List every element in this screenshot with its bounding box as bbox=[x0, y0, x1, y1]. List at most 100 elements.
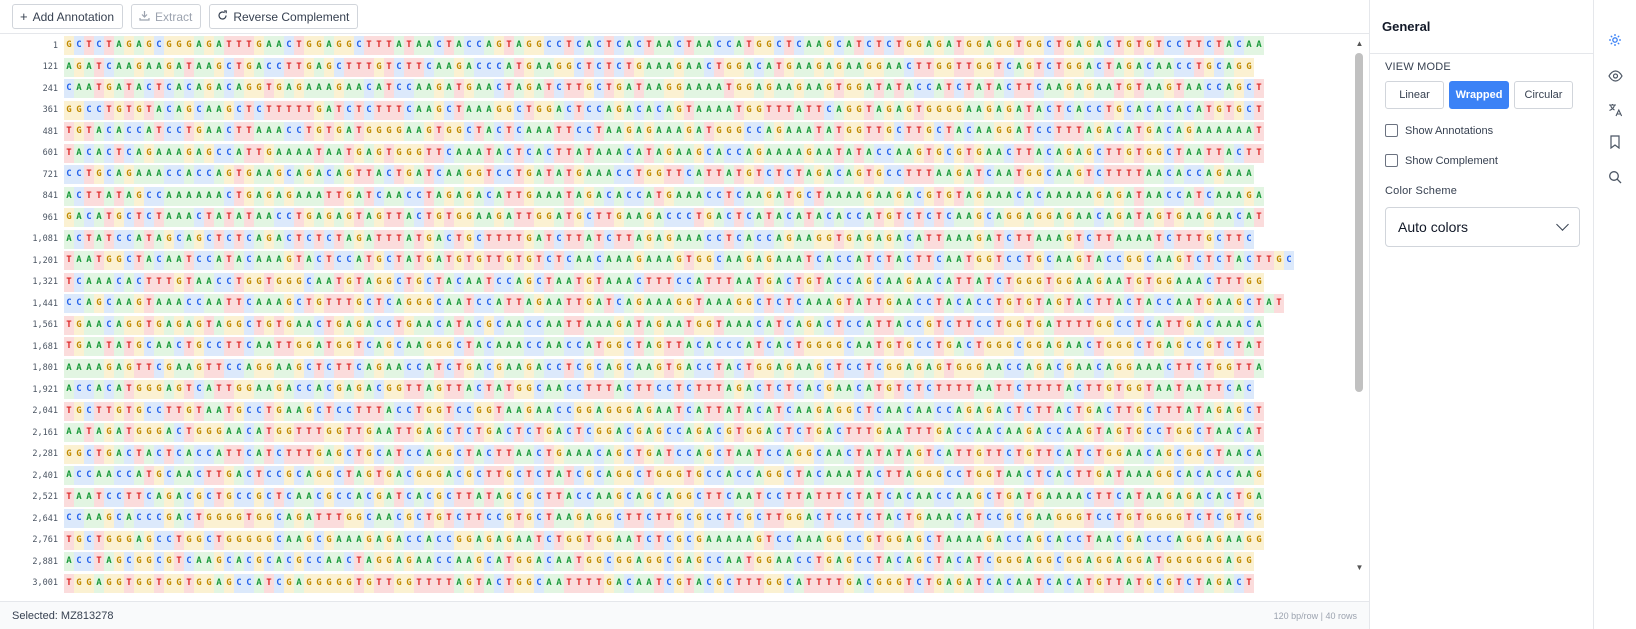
sequence-row[interactable]: 1 GCTCTAGAGCGGGAGATTTGAACTGGAGGCTTTATAACT… bbox=[0, 35, 1266, 57]
translate-icon[interactable] bbox=[1606, 101, 1624, 119]
row-start-position: 2,041 bbox=[32, 406, 58, 417]
row-start-position: 1,201 bbox=[32, 255, 58, 266]
eye-icon[interactable] bbox=[1606, 67, 1624, 85]
sequence-row[interactable]: 2,761 T G C T G G G A G C C T G G C T G G G G G C A A G C G A A A G A G A C… bbox=[0, 530, 1266, 552]
sequence-row[interactable]: 121 A G A T C A A G A A G A T A A G C T G A C C T T G A G C T T T G T C T T C… bbox=[0, 57, 1266, 79]
row-start-position: 2,161 bbox=[32, 427, 58, 438]
row-bases[interactable]: AAAAGAGTTCGAAGTTCCAGGAAGCTCTTCAGAACCATCT… bbox=[64, 358, 1264, 378]
sequence-row[interactable]: 1,201 T A A T G G C T A C A A T C C A T A C A A A G T A C T C C A T G C T A… bbox=[0, 250, 1294, 272]
row-bases[interactable]: TAATGGCTACAATCCATACAAAGTACTCCATGCTATGATG… bbox=[64, 251, 1294, 271]
row-bases[interactable]: ACCAACCATGCAACTTGACTCCGCAGGCTAGTGACGGGAC… bbox=[64, 466, 1264, 486]
row-bases[interactable]: GGCTGACTACTCACCATTCATCTTTGAGCTGCATCCAGGC… bbox=[64, 444, 1264, 464]
show-annotations-checkbox[interactable] bbox=[1385, 124, 1398, 137]
refresh-icon bbox=[217, 10, 228, 23]
sequence-rows: 1 GCTCTAGAGCGGGAGATTTGAACTGGAGGCTTTATAACT… bbox=[0, 35, 1294, 595]
row-bases[interactable]: TCAAACACTTTGTAACCTGGTGGGCAATGTAGGCTGCTAC… bbox=[64, 272, 1264, 292]
row-start-position: 1,441 bbox=[32, 298, 58, 309]
row-bases[interactable]: GACATGCTCTAAACTATATAACCTGAGAGTAGTTACTGTG… bbox=[64, 208, 1264, 228]
bookmark-icon[interactable] bbox=[1606, 133, 1624, 151]
view-mode-label: VIEW MODE bbox=[1385, 61, 1451, 73]
sequence-row[interactable]: 2,521 T A A T C C T T C A G A C G C T G C C G C T C A A C G C C A C G A T C… bbox=[0, 487, 1266, 509]
add-annotation-button[interactable]: + Add Annotation bbox=[12, 4, 123, 29]
row-start-position: 241 bbox=[42, 83, 58, 94]
reverse-complement-button[interactable]: Reverse Complement bbox=[209, 4, 359, 29]
row-start-position: 2,761 bbox=[32, 535, 58, 546]
row-bases[interactable]: TACACTCAGAAAGAGCCATTGAAAATAATGAGTGGGTTCA… bbox=[64, 143, 1264, 163]
row-start-position: 1,681 bbox=[32, 341, 58, 352]
sequence-viewport[interactable]: 1 GCTCTAGAGCGGGAGATTTGAACTGGAGGCTTTATAACT… bbox=[0, 35, 1369, 601]
sequence-row[interactable]: 2,641 C C A A G C A C C C G A C T G G G G T G G C A G A T T T G G C A A C G… bbox=[0, 508, 1266, 530]
plus-icon: + bbox=[20, 9, 28, 24]
settings-icon[interactable] bbox=[1606, 31, 1624, 49]
row-bases[interactable]: ACTTATAGCCAAAAAACTGAGAGAAATTGATCAACCTAGA… bbox=[64, 186, 1264, 206]
sequence-viewer-app: + Add Annotation Extract Reverse Complem… bbox=[0, 0, 1636, 629]
view-mode-circular-button[interactable]: Circular bbox=[1514, 81, 1573, 109]
row-bases[interactable]: AATAGATGGGACTGGGAACATGGTTTGGTTGAATTGAGCT… bbox=[64, 423, 1264, 443]
sequence-row[interactable]: 1,921 A C C A C A T G G G A G T C A T T G G A A G A C C A C G A G A C G G T… bbox=[0, 379, 1266, 401]
row-start-position: 2,521 bbox=[32, 492, 58, 503]
row-start-position: 721 bbox=[42, 169, 58, 180]
row-start-position: 841 bbox=[42, 191, 58, 202]
row-start-position: 1,561 bbox=[32, 320, 58, 331]
row-bases[interactable]: CCAAGCACCCGACTGGGGTGGCAGATTTGGCAACGCTGTC… bbox=[64, 509, 1264, 529]
show-complement-checkbox[interactable] bbox=[1385, 154, 1398, 167]
sequence-row[interactable]: 1,801 A A A A G A G T T C G A A G T T C C A G G A A G C T C T T C A G A A C… bbox=[0, 358, 1266, 380]
row-start-position: 361 bbox=[42, 105, 58, 116]
status-bar: Selected: MZ813278 120 bp/row | 40 rows bbox=[0, 601, 1369, 629]
sequence-row[interactable]: 1,681 T G A A T A T G C A A C T G C C T T C A A T T G G A T G G T C A G C A… bbox=[0, 336, 1266, 358]
row-bases[interactable]: ACCTAGCGGCGTCAAGCACGCACGCCAACTAGGAGAACCA… bbox=[64, 552, 1254, 572]
sequence-row[interactable]: 2,281 G G C T G A C T A C T C A C C A T T C A T C T T T G A G C T G C A T C… bbox=[0, 444, 1266, 466]
view-mode-wrapped-button[interactable]: Wrapped bbox=[1449, 81, 1509, 109]
row-bases[interactable]: CAATGATACTCACAGACAGGTGAGAAAGAACATCCAAGAT… bbox=[64, 79, 1264, 99]
sequence-row[interactable]: 721 C C T G C A G A A A C C A C C A G T G A A G C A G A C A G T T A C T G A T… bbox=[0, 164, 1266, 186]
row-start-position: 1,921 bbox=[32, 384, 58, 395]
row-bases[interactable]: TGAACAGGTGAGAGTAGGCTGTGAACTGAGACCTGAACAT… bbox=[64, 315, 1264, 335]
row-start-position: 2,641 bbox=[32, 513, 58, 524]
row-bases[interactable]: CCAGCAAGTAAACCAATTCAAAGCTGTTTGCTCAGGGCAA… bbox=[64, 294, 1284, 314]
sequence-row[interactable]: 3,001 T G G A G G T G G T G G T G G A G C C A T C G A G G G G G T G T T G G… bbox=[0, 573, 1266, 595]
settings-panel: General VIEW MODE Linear Wrapped Circula… bbox=[1369, 0, 1593, 629]
sequence-row[interactable]: 961 G A C A T G C T C T A A A C T A T A T A A C C T G A G A G T A G T T A C T… bbox=[0, 207, 1266, 229]
row-start-position: 481 bbox=[42, 126, 58, 137]
color-scheme-value: Auto colors bbox=[1398, 219, 1469, 235]
sequence-row[interactable]: 241 C A A T G A T A C T C A C A G A C A G G T G A G A A A G A A C A T C C A A… bbox=[0, 78, 1266, 100]
row-bases[interactable]: ACTATCCATAGCAGCTCTCAGACTCTCTAGATTTATGACT… bbox=[64, 229, 1254, 249]
sequence-row[interactable]: 1,561 T G A A C A G G T G A G A G T A G G C T G T G A A C T G A G A C C T G… bbox=[0, 315, 1266, 337]
row-start-position: 1,321 bbox=[32, 277, 58, 288]
row-bases[interactable]: CCTGCAGAAACCACCAGTGAAGCAGACAGTTACTGATCAA… bbox=[64, 165, 1254, 185]
scrollbar-thumb[interactable] bbox=[1355, 53, 1363, 392]
search-icon[interactable] bbox=[1606, 168, 1624, 186]
row-bases[interactable]: TGCTGGGAGCCTGGCTGGGGGCAAGCGAAAGAGACCACCG… bbox=[64, 530, 1264, 550]
row-bases[interactable]: TAATCCTTCAGACGCTGCCGCTCAACGCCACGATCACGCT… bbox=[64, 487, 1264, 507]
row-bases[interactable]: GCTCTAGAGCGGGAGATTTGAACTGGAGGCTTTATAACTA… bbox=[64, 36, 1264, 56]
color-scheme-select[interactable]: Auto colors bbox=[1385, 207, 1580, 247]
row-bases[interactable]: TGCTTGTGCCTTGTAATGCCTGAAGCTCCTTTACCTGGTC… bbox=[64, 401, 1264, 421]
reverse-complement-label: Reverse Complement bbox=[233, 9, 350, 24]
row-bases[interactable]: TGAATATGCAACTGCCTTCAATTGGATGGTCAGCAAGGGC… bbox=[64, 337, 1264, 357]
view-mode-linear-button[interactable]: Linear bbox=[1385, 81, 1444, 109]
row-start-position: 3,001 bbox=[32, 578, 58, 589]
sequence-row[interactable]: 481 T G T A C A C C A T C C T G A A C T T A A A C C T G T G A T G G G G A A G… bbox=[0, 121, 1266, 143]
row-bases[interactable]: TGGAGGTGGTGGTGGAGCCATCGAGGGGGTGTTGGTTTTA… bbox=[64, 573, 1254, 593]
row-bases[interactable]: GGCCTGTGTACAGCAAGCTCTTTTTGATCTCTTTCAAGCT… bbox=[64, 100, 1264, 120]
sequence-row[interactable]: 2,041 T G C T T G T G C C T T G T A A T G C C T G A A G C T C C T T T A C C… bbox=[0, 401, 1266, 423]
sequence-row[interactable]: 601 T A C A C T C A G A A A G A G C C A T T G A A A A T A A T G A G T G G G T… bbox=[0, 143, 1266, 165]
scroll-up-icon[interactable]: ▲ bbox=[1354, 38, 1365, 49]
row-bases[interactable]: AGATCAAGAAGATAAGCTGACCTTGAGCTTTGTCTTCAAG… bbox=[64, 57, 1254, 77]
row-bases[interactable]: TGTACACCATCCTGAACTTAAACCTGTGATGGGGAAGTGG… bbox=[64, 122, 1264, 142]
sequence-row[interactable]: 2,401 A C C A A C C A T G C A A C T T G A C T C C G C A G G C T A G T G A C… bbox=[0, 465, 1266, 487]
vertical-scrollbar[interactable]: ▲ ▼ bbox=[1352, 35, 1367, 601]
sequence-row[interactable]: 1,441 C C A G C A A G T A A A C C A A T T C A A A G C T G T T T G C T C A G… bbox=[0, 293, 1284, 315]
sequence-row[interactable]: 1,081 A C T A T C C A T A G C A G C T C T C A G A C T C T C T A G A T T T A… bbox=[0, 229, 1266, 251]
sequence-row[interactable]: 841 A C T T A T A G C C A A A A A A C T G A G A G A A A T T G A T C A A C C T… bbox=[0, 186, 1266, 208]
sequence-row[interactable]: 1,321 T C A A A C A C T T T G T A A C C T G G T G G G C A A T G T A G G C T… bbox=[0, 272, 1266, 294]
show-complement-row[interactable]: Show Complement bbox=[1385, 154, 1498, 167]
row-bases[interactable]: ACCACATGGGAGTCATTGGAAGACCACGAGACGGTTAGTT… bbox=[64, 380, 1254, 400]
sequence-row[interactable]: 2,161 A A T A G A T G G G A C T G G G A A C A T G G T T T G G T T G A A T T… bbox=[0, 422, 1266, 444]
extract-button[interactable]: Extract bbox=[131, 4, 202, 29]
scroll-down-icon[interactable]: ▼ bbox=[1354, 562, 1365, 573]
sequence-row[interactable]: 361 G G C C T G T G T A C A G C A A G C T C T T T T T G A T C T C T T T C A A… bbox=[0, 100, 1266, 122]
show-annotations-row[interactable]: Show Annotations bbox=[1385, 124, 1493, 137]
sequence-row[interactable]: 2,881 A C C T A G C G G C G T C A A G C A C G C A C G C C A A C T A G G A G… bbox=[0, 551, 1266, 573]
add-annotation-label: Add Annotation bbox=[32, 9, 114, 24]
